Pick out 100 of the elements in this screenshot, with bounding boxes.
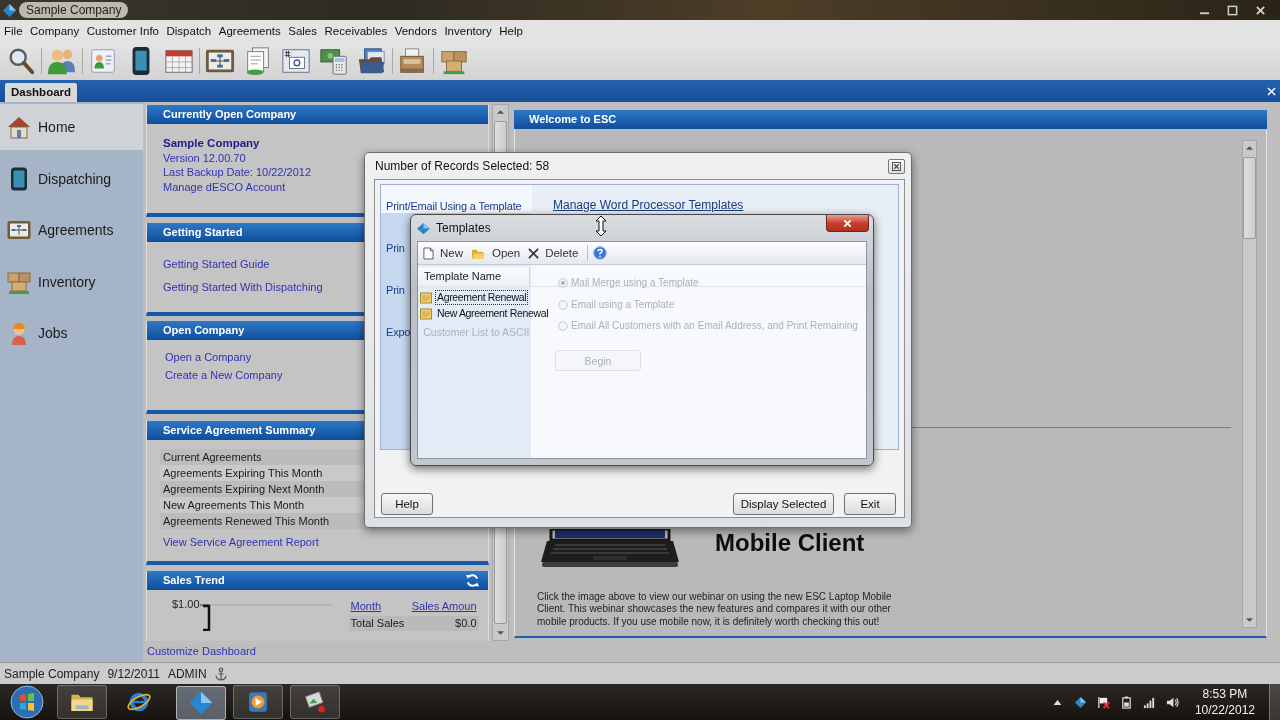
- company-link[interactable]: Open a Company: [165, 348, 252, 366]
- close-button[interactable]: [888, 158, 905, 174]
- action-item[interactable]: Prin: [386, 283, 405, 297]
- battery-icon[interactable]: [1119, 695, 1133, 709]
- version-text: Version 12.00.70: [163, 150, 246, 165]
- option-label: Email All Customers with an Email Address, and Print Remaining: [571, 319, 858, 333]
- help-icon[interactable]: [593, 246, 608, 260]
- action-item[interactable]: Expo: [386, 325, 411, 339]
- contact-card-icon[interactable]: [88, 46, 118, 76]
- tilted-picture-icon: [302, 689, 328, 715]
- start-button[interactable]: [10, 685, 44, 719]
- tab[interactable]: Dashboard: [5, 83, 78, 102]
- menu-item[interactable]: Customer Info: [83, 23, 162, 39]
- scroll-up-icon[interactable]: [1245, 145, 1254, 151]
- panel-title: Open Company: [163, 324, 245, 337]
- laptop-drawing[interactable]: [541, 528, 679, 569]
- taskbar-button[interactable]: [233, 685, 283, 719]
- action-item[interactable]: Prin: [386, 241, 405, 255]
- panel-title: Currently Open Company: [163, 108, 297, 121]
- close-button[interactable]: [826, 215, 869, 232]
- radio-button[interactable]: [558, 278, 568, 288]
- panel-title: Welcome to ESC: [529, 113, 617, 126]
- scrollbar-track[interactable]: [1242, 140, 1257, 628]
- menu-item[interactable]: File: [1, 23, 26, 39]
- total-amount: $0.0: [455, 616, 477, 631]
- axis-label: $1.00: [172, 598, 200, 611]
- boxes-icon: [7, 269, 31, 294]
- x-icon: [528, 246, 540, 260]
- company-link[interactable]: Create a New Company: [165, 366, 283, 384]
- signal-bars-icon[interactable]: [1142, 695, 1156, 709]
- panel-title: Service Agreement Summary: [163, 424, 316, 437]
- menu-item[interactable]: Inventory: [441, 23, 495, 39]
- customize-dashboard-link[interactable]: Customize Dashboard: [147, 645, 256, 657]
- toolbar-button[interactable]: Delete: [524, 243, 583, 263]
- taskbar-button[interactable]: [290, 685, 340, 719]
- menu-item[interactable]: Help: [496, 23, 526, 39]
- toolbar-button[interactable]: New: [419, 243, 467, 263]
- status-user: ADMIN: [167, 666, 207, 681]
- sidebar-item[interactable]: Dispatching: [0, 155, 143, 202]
- promo-description: Click the image above to view our webinar on using the new ESC Laptop Mobile Client. This webinar showcases the new features and compares it with our other mobile products. If you use mobile now, it is definitely worth checking this out!: [537, 590, 893, 628]
- guide-link[interactable]: Getting Started With Dispatching: [163, 279, 323, 295]
- menu-item[interactable]: Vendors: [391, 23, 440, 39]
- help-button[interactable]: Help: [381, 493, 433, 515]
- template-file-icon: [420, 307, 432, 320]
- house-icon: [7, 115, 31, 139]
- menu-item[interactable]: Dispatch: [163, 23, 215, 39]
- template-item[interactable]: New Agreement Renewal: [420, 306, 551, 321]
- refresh-icon[interactable]: [465, 573, 480, 588]
- dialog-button[interactable]: Display Selected: [733, 493, 834, 515]
- dialog-title: Templates: [436, 221, 491, 235]
- maximize-icon[interactable]: [1227, 4, 1238, 16]
- radio-button[interactable]: [558, 321, 568, 331]
- dialog-title: Number of Records Selected: 58: [375, 159, 550, 173]
- form-icon[interactable]: [281, 46, 311, 76]
- diamond-logo-icon: [416, 220, 431, 236]
- document-icon: [423, 246, 434, 260]
- show-desktop-button[interactable]: [1269, 684, 1280, 720]
- menu-item[interactable]: Sales: [285, 23, 321, 39]
- sidebar-item[interactable]: Home: [0, 104, 143, 150]
- column-header[interactable]: Template Name: [418, 267, 530, 286]
- resize-cursor-icon: [595, 215, 607, 237]
- scrollbar-thumb[interactable]: [1243, 157, 1256, 239]
- scroll-down-icon[interactable]: [1245, 617, 1254, 623]
- manage-templates-link[interactable]: Manage Word Processor Templates: [553, 198, 744, 212]
- account-link[interactable]: Manage dESCO Account: [163, 179, 286, 194]
- menu-item[interactable]: Receivables: [321, 23, 391, 39]
- column-header-link[interactable]: Sales Amoun: [411, 600, 477, 613]
- folder-cards-icon[interactable]: [357, 46, 387, 76]
- speaker-icon[interactable]: [1165, 695, 1179, 709]
- close-icon[interactable]: [1255, 4, 1266, 16]
- status-company: Sample Company: [4, 666, 100, 681]
- guide-link[interactable]: Getting Started Guide: [163, 256, 270, 272]
- action-item[interactable]: Print/Email Using a Template: [381, 185, 532, 213]
- option-label: Mail Merge using a Template: [571, 276, 699, 290]
- clock-time[interactable]: 8:53 PM: [1202, 686, 1248, 702]
- column-header-link[interactable]: Month: [350, 600, 382, 613]
- promo-title: Mobile Client: [715, 529, 865, 556]
- clock-date[interactable]: 10/22/2012: [1194, 702, 1255, 718]
- menu-item[interactable]: Company: [27, 23, 83, 39]
- toolbar-button[interactable]: Open: [467, 243, 525, 263]
- flag-icon[interactable]: [1096, 695, 1110, 709]
- taskbar-button[interactable]: [57, 685, 107, 719]
- scroll-up-icon[interactable]: [496, 109, 505, 115]
- radio-button[interactable]: [558, 299, 568, 310]
- report-link[interactable]: View Service Agreement Report: [163, 536, 319, 548]
- total-label: Total Sales: [350, 616, 405, 631]
- diamond-logo-icon[interactable]: [1073, 695, 1087, 709]
- sidebar-item[interactable]: Jobs: [0, 310, 143, 356]
- dialog-button[interactable]: Exit: [844, 493, 896, 515]
- money-calculator-icon[interactable]: [319, 46, 349, 76]
- template-file-icon: [420, 291, 432, 304]
- sidebar-item[interactable]: Inventory: [0, 258, 143, 305]
- flowchart-board-icon: [7, 218, 31, 242]
- anchor-icon: [214, 666, 227, 681]
- option-label: Email using a Template: [571, 297, 675, 312]
- window-title: Sample Company: [19, 2, 129, 18]
- scroll-down-icon[interactable]: [496, 630, 505, 636]
- menu-item[interactable]: Agreements: [215, 23, 284, 39]
- sidebar-item[interactable]: Agreements: [0, 207, 143, 253]
- close-icon: [843, 218, 852, 228]
